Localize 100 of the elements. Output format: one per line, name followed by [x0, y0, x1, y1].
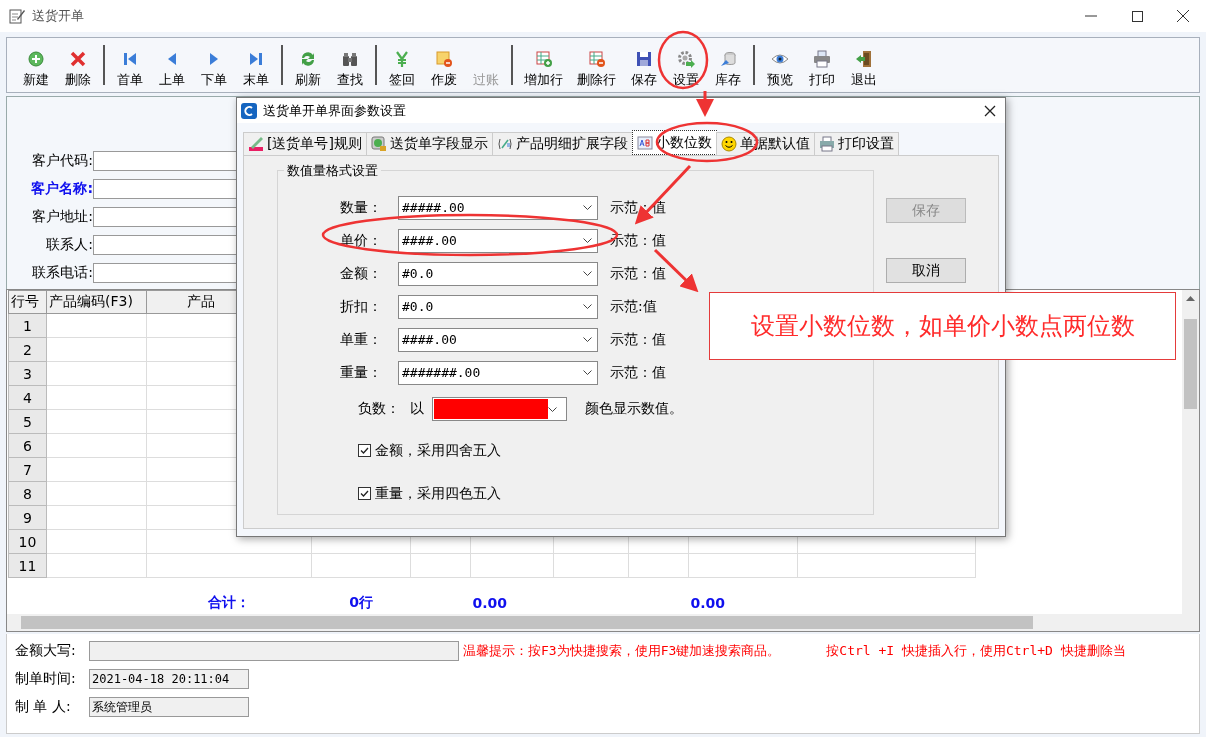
- row-number: 4: [8, 385, 47, 410]
- demo-text: 示范:值: [610, 297, 657, 316]
- scroll-thumb[interactable]: [21, 616, 1033, 629]
- toolbar-button[interactable]: 查找: [332, 41, 368, 89]
- toolbar-button[interactable]: 退出: [846, 41, 882, 89]
- toolbar-button[interactable]: 预览: [762, 41, 798, 89]
- column-header[interactable]: 行号: [8, 290, 47, 314]
- refresh-icon: [299, 50, 317, 68]
- caret-icon: [583, 337, 592, 342]
- field-text: 颜色显示数值。: [585, 400, 683, 418]
- arrow: [696, 91, 714, 117]
- field-label: 负数：: [358, 400, 400, 416]
- field-text: 以: [410, 400, 424, 418]
- yen-icon: [393, 50, 411, 68]
- pencil-icon: [248, 136, 264, 152]
- column-header[interactable]: 产品编码(F3): [46, 290, 147, 314]
- checkbox-label: 金额，采用四舍五入: [375, 441, 501, 460]
- demo-text: 示范：值: [610, 363, 666, 382]
- toolbar-button[interactable]: 末单: [238, 41, 274, 89]
- table-plus-icon: [534, 50, 553, 68]
- toolbar-button[interactable]: 刷新: [290, 41, 326, 89]
- table-minus-icon: [587, 50, 606, 68]
- cross-icon: [69, 50, 87, 68]
- plus-circle-icon: [27, 50, 45, 68]
- field-label: 制单时间:: [15, 670, 77, 688]
- dialog-title: 送货单开单界面参数设置: [263, 101, 406, 120]
- toolbar-button[interactable]: 保存: [626, 41, 662, 89]
- demo-text: 示范：值: [610, 264, 666, 283]
- format-dropdown[interactable]: #####.00: [398, 195, 598, 220]
- field-label: 客户地址:: [31, 208, 93, 226]
- toolbar-button[interactable]: 删除: [60, 41, 96, 89]
- field-label: 联系电话:: [31, 264, 93, 282]
- checkbox-label: 重量，采用四色五入: [375, 484, 501, 503]
- format-dropdown[interactable]: #0.0: [398, 261, 598, 286]
- highlight-ellipse: [657, 30, 709, 90]
- toolbar-button[interactable]: 打印: [804, 41, 840, 89]
- toolbar-button[interactable]: 新建: [18, 41, 54, 89]
- toolbar-button[interactable]: 设置: [668, 41, 704, 89]
- group-title: 数值量格式设置: [284, 162, 381, 180]
- creator-field[interactable]: 系统管理员: [89, 697, 249, 717]
- field-label: 单价：: [340, 231, 382, 250]
- row-number: 3: [8, 361, 47, 386]
- printer-icon: [818, 136, 835, 152]
- function-icon: [496, 136, 513, 152]
- scroll-thumb[interactable]: [1184, 319, 1197, 409]
- maximize-icon: [1131, 10, 1143, 22]
- total-value: 0行: [349, 594, 373, 610]
- toolbar-button[interactable]: 上单: [154, 41, 190, 89]
- gear-icon: [677, 50, 695, 68]
- caret-icon: [583, 304, 592, 309]
- row-number: 2: [8, 337, 47, 362]
- toolbar-button[interactable]: 增加行: [520, 41, 567, 89]
- arrow: [653, 248, 699, 293]
- total-value: 合计：: [208, 594, 250, 610]
- toolbar-button[interactable]: 下单: [196, 41, 232, 89]
- total-value: 0.00: [472, 595, 508, 611]
- row-number: 5: [8, 409, 47, 434]
- close-icon: [984, 104, 996, 117]
- field-label: 金额：: [340, 264, 382, 283]
- toolbar-button[interactable]: 删除行: [573, 41, 620, 89]
- notepad-pencil-icon: [8, 7, 26, 25]
- checkbox[interactable]: [358, 444, 371, 457]
- tab[interactable]: 产品明细扩展字段: [491, 132, 633, 155]
- format-dropdown[interactable]: ####.00: [398, 327, 598, 352]
- skip-end-icon: [247, 50, 265, 68]
- row-number: 1: [8, 313, 47, 338]
- vertical-scrollbar[interactable]: [1182, 290, 1199, 614]
- field-label: 客户名称:: [30, 180, 93, 198]
- row-number: 9: [8, 505, 47, 530]
- toolbar-button[interactable]: 首单: [112, 41, 148, 89]
- color-dropdown[interactable]: [432, 397, 567, 421]
- scroll-up-icon: [1186, 296, 1195, 301]
- toolbar-button[interactable]: 作废: [426, 41, 462, 89]
- caret-icon: [583, 370, 592, 375]
- caret-icon: [548, 406, 557, 412]
- caret-icon: [583, 238, 592, 243]
- row-number: 7: [8, 457, 47, 482]
- field-label: 制 单 人:: [15, 698, 72, 716]
- row-number: 10: [8, 529, 47, 554]
- checkbox[interactable]: [358, 487, 371, 500]
- horizontal-scrollbar[interactable]: [7, 614, 1199, 631]
- dialog-button[interactable]: 取消: [886, 258, 966, 283]
- amount-words-field[interactable]: [89, 641, 459, 661]
- minimize-icon: [1085, 15, 1097, 17]
- field-label: 联系人:: [45, 236, 93, 254]
- tab[interactable]: [送货单号]规则: [243, 132, 367, 155]
- row-number: 6: [8, 433, 47, 458]
- format-dropdown[interactable]: ####.00: [398, 228, 598, 253]
- field-label: 客户代码:: [31, 152, 93, 170]
- tab[interactable]: 打印设置: [813, 132, 899, 155]
- time-field[interactable]: 2021-04-18 20:11:04: [89, 669, 249, 689]
- caret-icon: [583, 271, 592, 276]
- format-dropdown[interactable]: #0.0: [398, 294, 598, 319]
- field-label: 金额大写:: [15, 642, 77, 660]
- toolbar-button[interactable]: 库存: [710, 41, 746, 89]
- toolbar-button[interactable]: 签回: [384, 41, 420, 89]
- exit-door-icon: [855, 50, 873, 68]
- tab[interactable]: 送货单字段显示: [365, 132, 493, 155]
- format-dropdown[interactable]: #######.00: [398, 360, 598, 385]
- callout-text: 设置小数位数，如单价小数点两位数: [709, 292, 1176, 360]
